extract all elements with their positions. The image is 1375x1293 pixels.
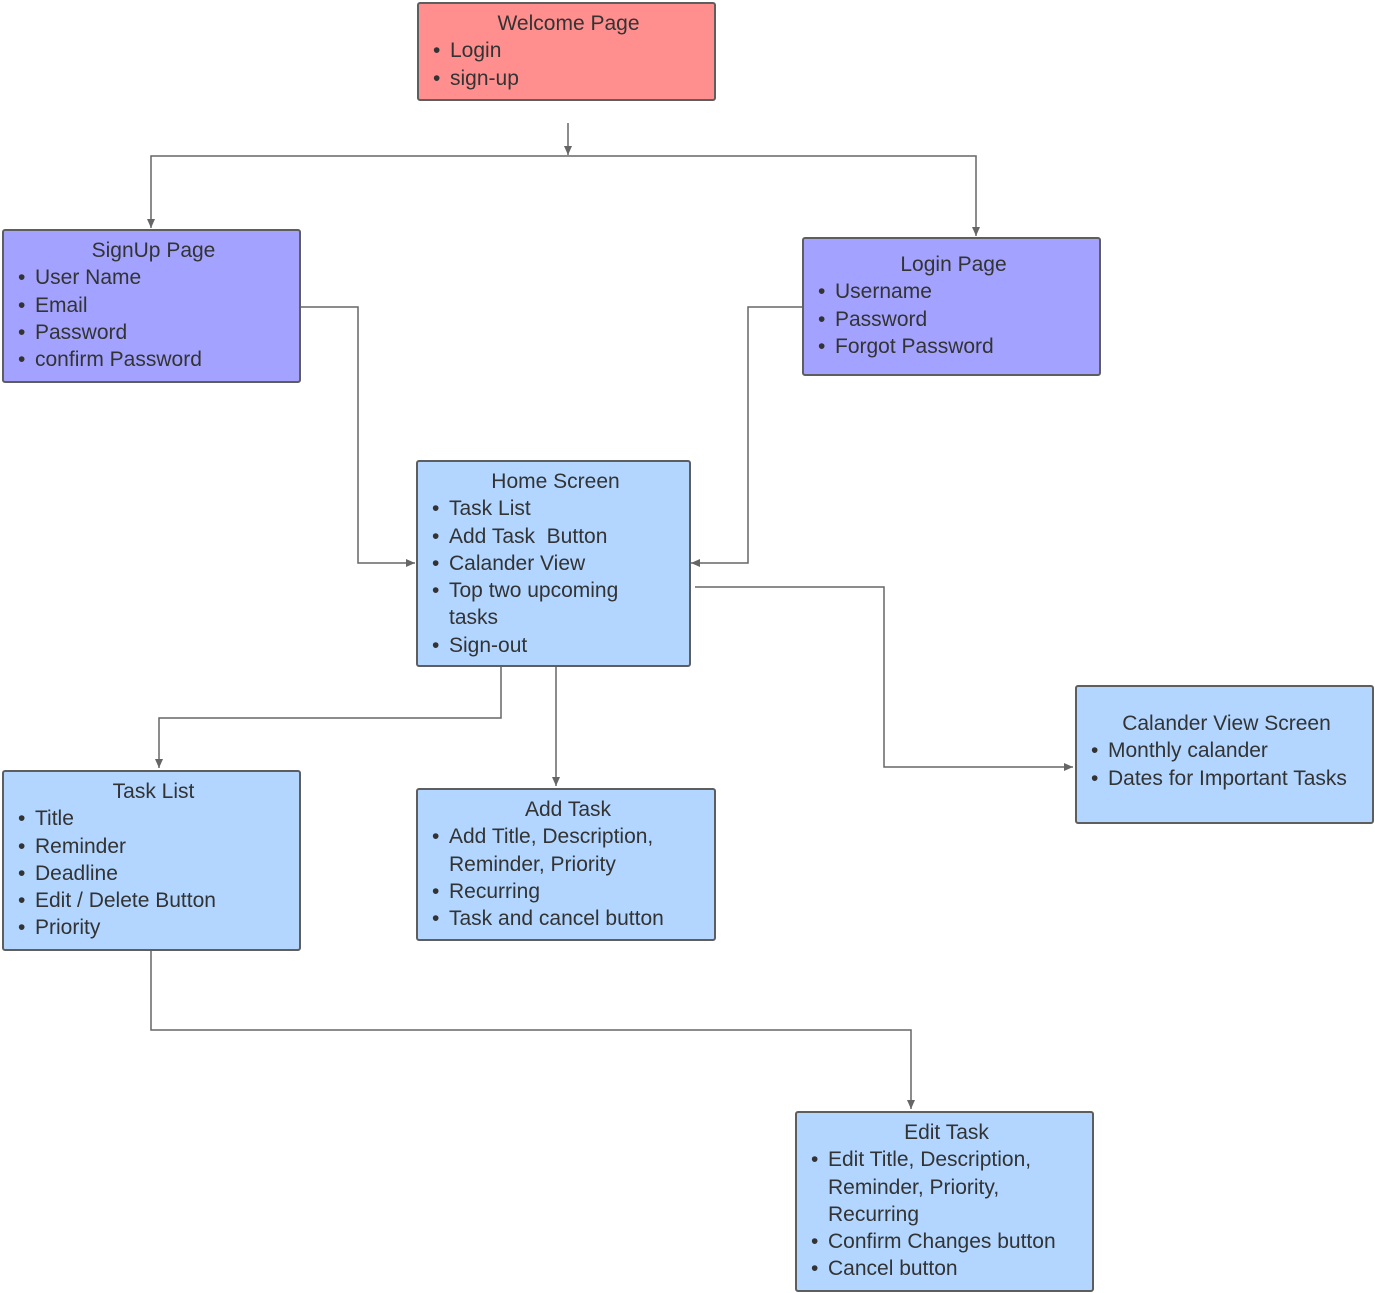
list-item: Forgot Password [818, 333, 1089, 361]
list-item: Cancel button [811, 1255, 1082, 1283]
node-title: Add Task [525, 798, 611, 821]
list-item: Reminder [18, 833, 289, 861]
list-item: confirm Password [18, 346, 289, 374]
node-signup: SignUp Page User Name Email Password con… [2, 229, 301, 383]
list-item: Dates for Important Tasks [1091, 765, 1362, 793]
list-item: Title [18, 805, 289, 833]
node-title: Welcome Page [497, 12, 640, 35]
list-item: Task List [432, 495, 679, 523]
list-item: Top two upcoming tasks [432, 577, 639, 632]
list-item: User Name [18, 264, 289, 292]
list-item: Confirm Changes button [811, 1228, 1082, 1256]
list-item: Password [818, 306, 1089, 334]
node-login: Login Page Username Password Forgot Pass… [802, 237, 1101, 376]
connector-home-tasklist [155, 667, 502, 768]
list-item: Add Task Button [432, 523, 679, 551]
connector-login-home [691, 306, 802, 567]
list-item: Priority [18, 914, 289, 942]
list-item: sign-up [433, 65, 704, 93]
connector-home-calendar [695, 586, 1073, 771]
node-calendar: Calander View Screen Monthly calander Da… [1075, 685, 1374, 824]
node-welcome: Welcome Page Loginsign-up [417, 2, 716, 101]
connector-to-login [568, 155, 980, 236]
list-item: Task and cancel button [432, 905, 704, 933]
list-item: Username [818, 278, 1089, 306]
list-item: Edit / Delete Button [18, 887, 289, 915]
list-item: Login [433, 37, 704, 65]
connector-tasklist-edittask [150, 951, 915, 1109]
node-title: Edit Task [904, 1121, 989, 1144]
node-title: SignUp Page [91, 239, 216, 262]
node-title: Task List [112, 780, 195, 803]
list-item: Deadline [18, 860, 289, 888]
list-item: Recurring [432, 878, 704, 906]
node-edittask: Edit Task Edit Title, Description, Remin… [795, 1111, 1094, 1292]
node-title: Login Page [900, 253, 1007, 276]
list-item: Edit Title, Description, Reminder, Prior… [811, 1146, 1068, 1228]
connector-to-signup [147, 155, 568, 228]
list-item: Calander View [432, 550, 679, 578]
node-title: Home Screen [491, 470, 620, 493]
node-home: Home Screen Task List Add Task Button Ca… [416, 460, 691, 667]
list-item: Add Title, Description, Reminder, Priori… [432, 823, 679, 878]
connector-signup-home [301, 306, 415, 567]
node-tasklist: Task List Title Reminder Deadline Edit /… [2, 770, 301, 951]
list-item: Email [18, 292, 289, 320]
list-item: Sign-out [432, 632, 679, 660]
list-item: Password [18, 319, 289, 347]
list-item: Monthly calander [1091, 737, 1362, 765]
node-title: Calander View Screen [1122, 712, 1331, 735]
node-addtask: Add Task Add Title, Description, Reminde… [416, 788, 716, 941]
